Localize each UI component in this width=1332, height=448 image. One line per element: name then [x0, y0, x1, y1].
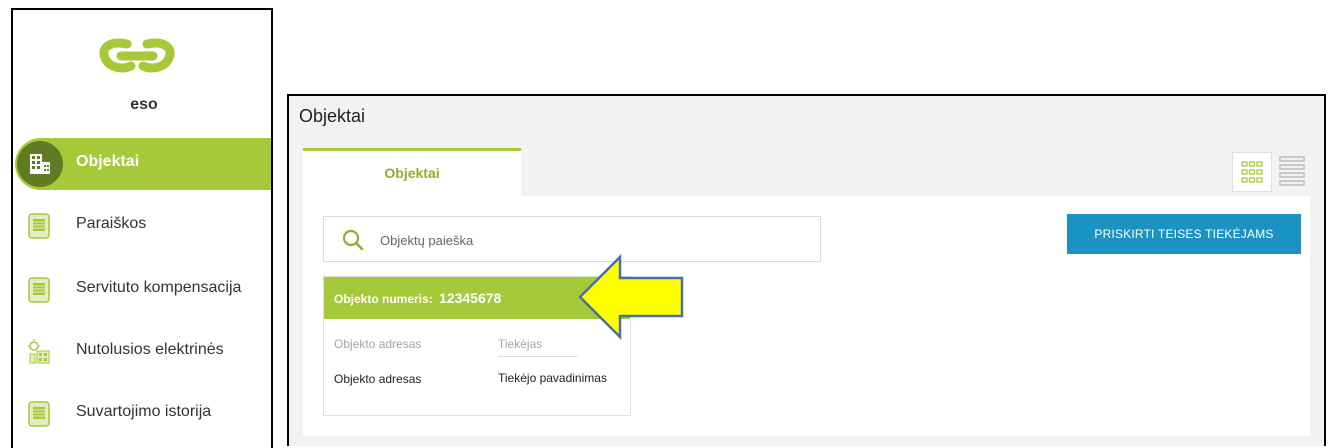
- sidebar-item-paraiskos[interactable]: Paraiškos: [13, 200, 271, 252]
- list-view-button[interactable]: [1279, 154, 1309, 190]
- object-address-label: Objekto adresas: [334, 337, 422, 351]
- annotation-arrow-icon: [578, 254, 684, 340]
- sidebar-item-suvartojimo-istorija[interactable]: Suvartojimo istorija: [13, 388, 271, 440]
- sidebar: eso Objektai Paraiškos Servituto kompens…: [11, 8, 273, 448]
- objects-content: PRISKIRTI TEISES TIEKĖJAMS Objekto numer…: [303, 196, 1310, 436]
- sidebar-item-label: Paraiškos: [76, 215, 147, 232]
- grid-view-button[interactable]: [1232, 152, 1272, 192]
- sidebar-item-servituto-kompensacija[interactable]: Servituto kompensacija: [13, 264, 271, 316]
- document-icon: [28, 401, 50, 427]
- sidebar-item-label: Nutolusios elektrinės: [76, 341, 224, 358]
- logo-text: eso: [130, 96, 158, 113]
- grid-view-icon: [1241, 161, 1263, 183]
- sidebar-item-label: Servituto kompensacija: [76, 279, 242, 296]
- document-icon: [28, 213, 50, 239]
- tab-objektai[interactable]: Objektai: [303, 148, 521, 196]
- search-icon: [342, 229, 364, 251]
- page-title: Objektai: [299, 106, 366, 126]
- sidebar-item-objektai[interactable]: Objektai: [15, 138, 271, 190]
- search-box: [323, 216, 821, 262]
- sidebar-item-label: Objektai: [76, 153, 140, 170]
- main-panel: Objektai Objektai PRISKIRTI TEISE: [287, 94, 1326, 446]
- sidebar-item-icon-bg: [17, 141, 63, 187]
- assign-rights-button[interactable]: PRISKIRTI TEISES TIEKĖJAMS: [1067, 214, 1301, 254]
- sidebar-item-label: Suvartojimo istorija: [76, 403, 212, 420]
- object-number-label: Objekto numeris:: [334, 292, 433, 306]
- sidebar-item-nutolusios-elektrines[interactable]: Nutolusios elektrinės: [13, 326, 271, 378]
- solar-plant-icon: [28, 339, 50, 364]
- object-number-value: 12345678: [439, 290, 502, 306]
- object-address-column: Objekto adresas Objekto adresas: [334, 337, 421, 386]
- supplier-value: Tiekėjo pavadinimas: [498, 371, 607, 385]
- search-input[interactable]: [378, 227, 802, 253]
- building-icon: [30, 154, 50, 174]
- eso-logo-icon: [99, 38, 175, 73]
- supplier-column: Tiekėjas Tiekėjo pavadinimas: [498, 337, 607, 385]
- list-view-icon: [1279, 156, 1305, 186]
- object-address-value: Objekto adresas: [334, 372, 422, 386]
- supplier-label: Tiekėjas: [498, 337, 607, 357]
- document-icon: [28, 277, 50, 303]
